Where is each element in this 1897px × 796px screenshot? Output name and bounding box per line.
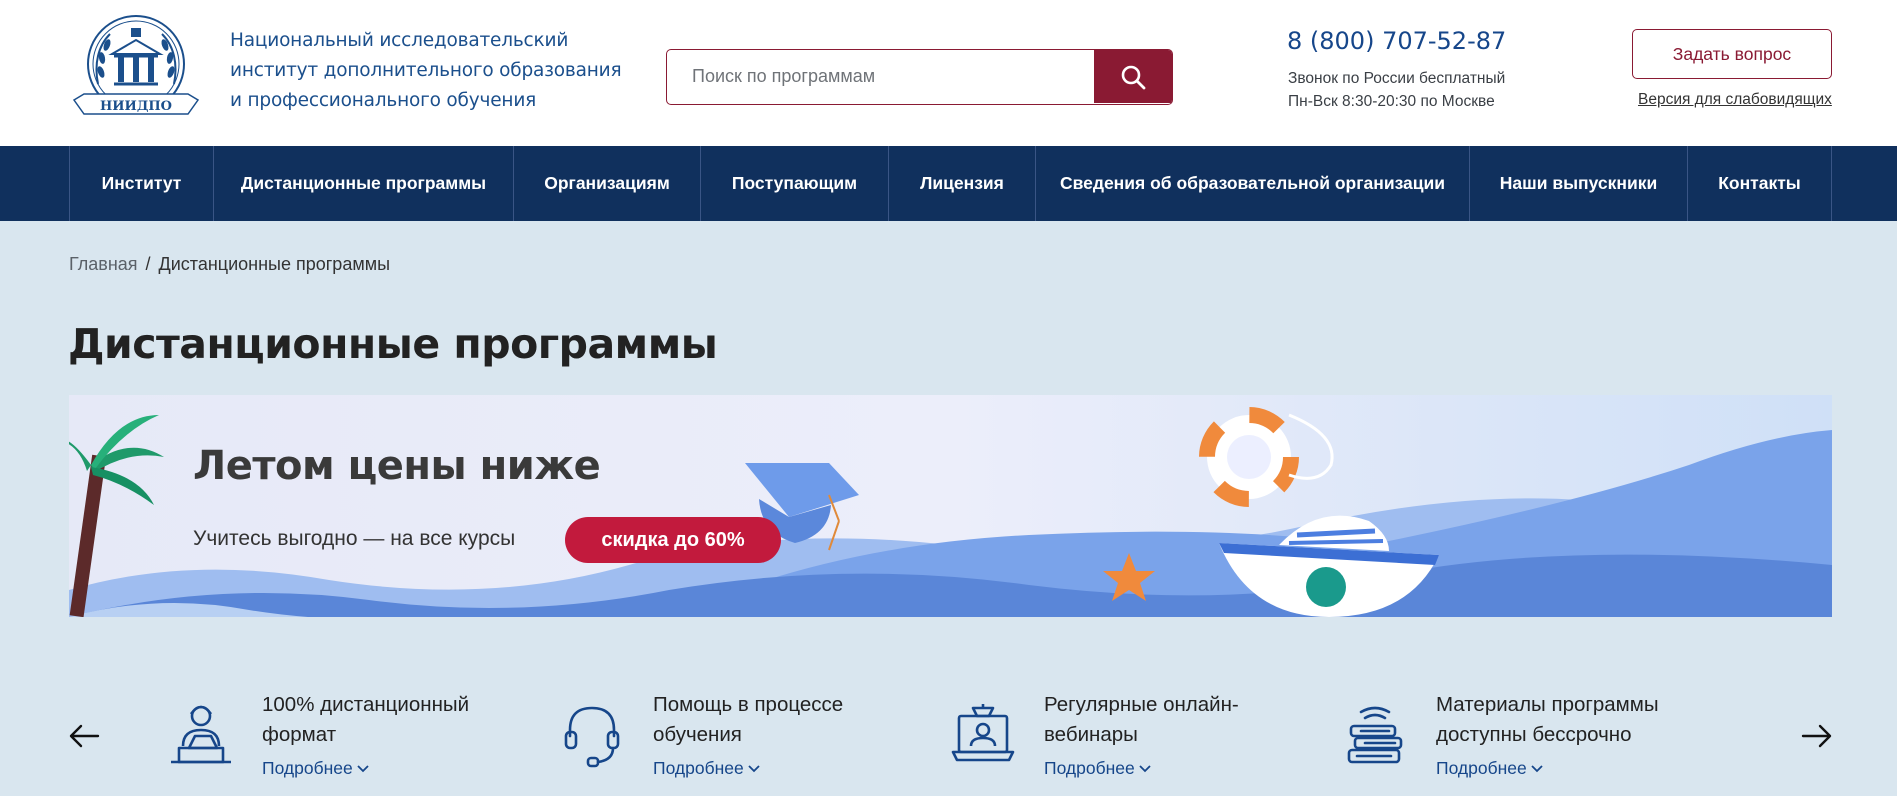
nav-item-org-info[interactable]: Сведения об образовательной организации (1035, 146, 1469, 221)
institute-name-line: и профессионального обучения (230, 90, 537, 111)
chevron-down-icon (1139, 765, 1151, 773)
nav-item-label: Дистанционные программы (240, 173, 487, 193)
materials-icon (1341, 702, 1409, 770)
nav-item-label: Наши выпускники (1499, 173, 1658, 193)
feature-item: 100% дистанционный формат Подробнее (167, 690, 547, 796)
breadcrumb: Главная / Дистанционные программы (69, 254, 390, 275)
institute-name[interactable]: Национальный исследовательский институт … (230, 26, 622, 116)
feature-more-link[interactable]: Подробнее (1436, 758, 1543, 779)
feature-line: Регулярные онлайн- (1044, 693, 1239, 716)
nav-item-label: Институт (101, 173, 182, 193)
feature-line: вебинары (1044, 723, 1138, 746)
search-input[interactable] (667, 50, 1095, 103)
institute-name-line: Национальный исследовательский (230, 30, 569, 51)
feature-more-link[interactable]: Подробнее (262, 758, 369, 779)
banner-title: Летом цены ниже (193, 443, 601, 489)
phone-note: Звонок по России бесплатный Пн-Вск 8:30-… (1288, 67, 1505, 113)
chevron-down-icon (1531, 765, 1543, 773)
site-header: НИИДПО Национальный исследовательский ин… (0, 0, 1897, 146)
phone-note-line: Пн-Вск 8:30-20:30 по Москве (1288, 93, 1495, 110)
feature-text: Регулярные онлайн- вебинары (1044, 690, 1239, 750)
carousel-next-button[interactable] (1799, 718, 1835, 754)
main-navigation: Институт Дистанционные программы Организ… (0, 146, 1897, 221)
feature-more-link[interactable]: Подробнее (1044, 758, 1151, 779)
search-box (666, 49, 1173, 105)
carousel-prev-button[interactable] (66, 718, 102, 754)
nav-item-distance-programs[interactable]: Дистанционные программы (213, 146, 513, 221)
feature-item: Материалы программы доступны бессрочно П… (1341, 690, 1721, 796)
nav-item-license[interactable]: Лицензия (888, 146, 1035, 221)
feature-more-label: Подробнее (653, 758, 744, 778)
banner-subtitle: Учитесь выгодно — на все курсы (193, 527, 516, 550)
nav-item-applicants[interactable]: Поступающим (700, 146, 888, 221)
search-button[interactable] (1094, 50, 1172, 103)
feature-text: Материалы программы доступны бессрочно (1436, 690, 1659, 750)
logo-caption: НИИДПО (100, 99, 172, 114)
nav-item-label: Контакты (1718, 173, 1801, 193)
headset-icon (558, 702, 626, 770)
institute-logo[interactable]: НИИДПО (68, 14, 204, 124)
promo-banner[interactable]: Летом цены ниже Учитесь выгодно — на все… (69, 395, 1832, 617)
feature-line: обучения (653, 723, 742, 746)
arrow-right-icon (1801, 724, 1832, 748)
feature-item: Помощь в процессе обучения Подробнее (558, 690, 938, 796)
feature-line: Материалы программы (1436, 693, 1659, 716)
page-title: Дистанционные программы (68, 320, 718, 368)
feature-line: Помощь в процессе (653, 693, 844, 716)
phone-number[interactable]: 8 (800) 707-52-87 (1287, 27, 1506, 55)
feature-text: Помощь в процессе обучения (653, 690, 843, 750)
chevron-down-icon (748, 765, 760, 773)
breadcrumb-current: Дистанционные программы (158, 254, 391, 274)
institute-name-line: институт дополнительного образования (230, 60, 622, 81)
arrow-left-icon (69, 724, 100, 748)
nav-item-label: Лицензия (920, 173, 1004, 193)
ask-question-button[interactable]: Задать вопрос (1632, 29, 1832, 79)
feature-line: доступны бессрочно (1436, 723, 1632, 746)
banner-illustration (69, 395, 1832, 617)
search-icon (1121, 65, 1146, 89)
discount-badge: скидка до 60% (565, 517, 781, 563)
low-vision-version-link[interactable]: Версия для слабовидящих (1638, 91, 1832, 109)
nav-item-label: Организациям (544, 173, 670, 193)
nav-item-label: Поступающим (731, 173, 858, 193)
feature-text: 100% дистанционный формат (262, 690, 469, 750)
nav-item-contacts[interactable]: Контакты (1687, 146, 1832, 221)
chevron-down-icon (357, 765, 369, 773)
remote-learner-icon (167, 702, 235, 770)
webinar-icon (949, 702, 1017, 770)
nav-item-organizations[interactable]: Организациям (513, 146, 700, 221)
nav-item-label: Сведения об образовательной организации (1059, 173, 1446, 193)
breadcrumb-home-link[interactable]: Главная (69, 254, 138, 274)
feature-line: 100% дистанционный (262, 693, 470, 716)
feature-more-link[interactable]: Подробнее (653, 758, 760, 779)
feature-item: Регулярные онлайн- вебинары Подробнее (949, 690, 1329, 796)
feature-more-label: Подробнее (262, 758, 353, 778)
nav-item-graduates[interactable]: Наши выпускники (1469, 146, 1687, 221)
breadcrumb-separator: / (145, 254, 151, 274)
feature-line: формат (262, 723, 337, 746)
feature-more-label: Подробнее (1436, 758, 1527, 778)
nav-item-institute[interactable]: Институт (69, 146, 213, 221)
feature-more-label: Подробнее (1044, 758, 1135, 778)
phone-note-line: Звонок по России бесплатный (1288, 70, 1506, 87)
